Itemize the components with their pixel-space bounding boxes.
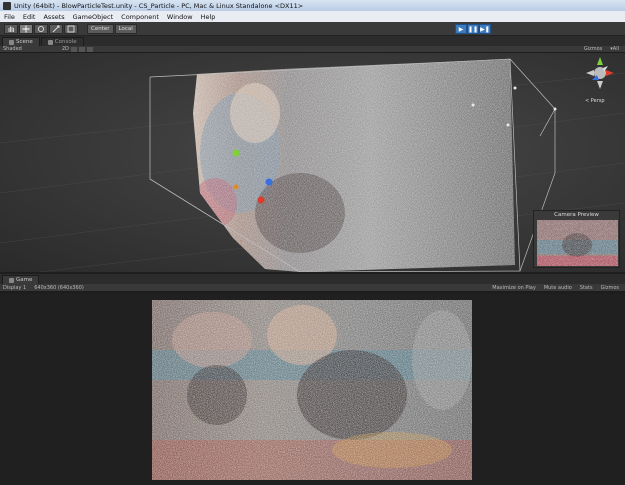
console-icon [47,39,53,45]
effects-toggle-icon[interactable] [86,46,93,52]
stats-toggle[interactable]: Stats [580,285,593,291]
game-gizmos-dropdown[interactable]: Gizmos [601,285,619,291]
hand-tool-button[interactable] [4,23,18,34]
rect-tool-button[interactable] [64,23,78,34]
scene-control-bar: Shaded 2D Gizmos ▾All [0,46,625,53]
tab-game-label: Game [16,277,33,283]
step-button[interactable]: ▶❚ [479,24,491,34]
camera-preview: Camera Preview [533,210,620,268]
scene-view[interactable]: < Persp [0,53,625,272]
rotate-icon [37,25,45,32]
move-arrows-icon [22,25,30,32]
display-dropdown[interactable]: Display 1 [3,285,26,291]
move-tool-button[interactable] [19,23,33,34]
menu-component[interactable]: Component [121,13,159,21]
pivot-local-toggle[interactable]: Local [114,23,137,34]
game-tab-bar: Game [0,274,625,284]
rotate-tool-button[interactable] [34,23,48,34]
menu-assets[interactable]: Assets [43,13,64,21]
scene-orientation-gizmo[interactable] [586,57,614,89]
menu-help[interactable]: Help [201,13,216,21]
shading-mode-dropdown[interactable]: Shaded [3,46,22,52]
menu-file[interactable]: File [4,13,15,21]
scene-canvas [0,57,625,272]
lighting-toggle-icon[interactable] [70,46,77,52]
menu-edit[interactable]: Edit [23,13,36,21]
camera-preview-title: Camera Preview [554,212,599,218]
audio-toggle-icon[interactable] [78,46,85,52]
scene-tab-bar: Scene Console [0,36,625,46]
game-controller-icon [9,277,14,283]
camera-preview-image [537,220,618,266]
unity-logo-icon [3,1,11,10]
gizmos-dropdown[interactable]: Gizmos [584,46,602,52]
window-title: Unity (64bit) - BlowParticleTest.unity -… [14,1,304,10]
rect-icon [67,25,75,32]
maximize-on-play-toggle[interactable]: Maximize on Play [492,285,536,291]
hand-icon [8,26,14,32]
perspective-label[interactable]: < Persp [585,98,605,104]
menu-bar: File Edit Assets GameObject Component Wi… [0,11,625,22]
particle-cloud [193,59,515,272]
mute-audio-toggle[interactable]: Mute audio [544,285,572,291]
scene-search-field[interactable]: ▾All [610,46,619,52]
scale-icon [52,25,60,32]
game-control-bar: Display 1 640x360 (640x360) Maximize on … [0,284,625,292]
scene-icon [9,39,14,45]
pivot-center-toggle[interactable]: Center [87,23,114,34]
tab-game[interactable]: Game [2,275,40,284]
game-render-image [152,300,472,480]
2d-toggle[interactable]: 2D [62,46,69,52]
play-controls: ▶ ❚❚ ▶❚ [455,24,491,34]
tab-console-label: Console [54,39,77,45]
game-render-frame[interactable] [152,300,472,480]
pivot-local-label: Local [118,25,133,32]
pause-button[interactable]: ❚❚ [467,24,479,34]
main-toolbar: Center Local ▶ ❚❚ ▶❚ [0,22,625,36]
window-title-bar: Unity (64bit) - BlowParticleTest.unity -… [0,0,625,11]
pivot-center-label: Center [91,25,110,32]
play-button[interactable]: ▶ [455,24,467,34]
scale-tool-button[interactable] [49,23,63,34]
tab-scene[interactable]: Scene [2,37,40,46]
resolution-dropdown[interactable]: 640x360 (640x360) [34,285,84,291]
menu-gameobject[interactable]: GameObject [73,13,114,21]
tab-scene-label: Scene [16,39,33,45]
tab-console[interactable]: Console [40,37,84,46]
menu-window[interactable]: Window [167,13,193,21]
